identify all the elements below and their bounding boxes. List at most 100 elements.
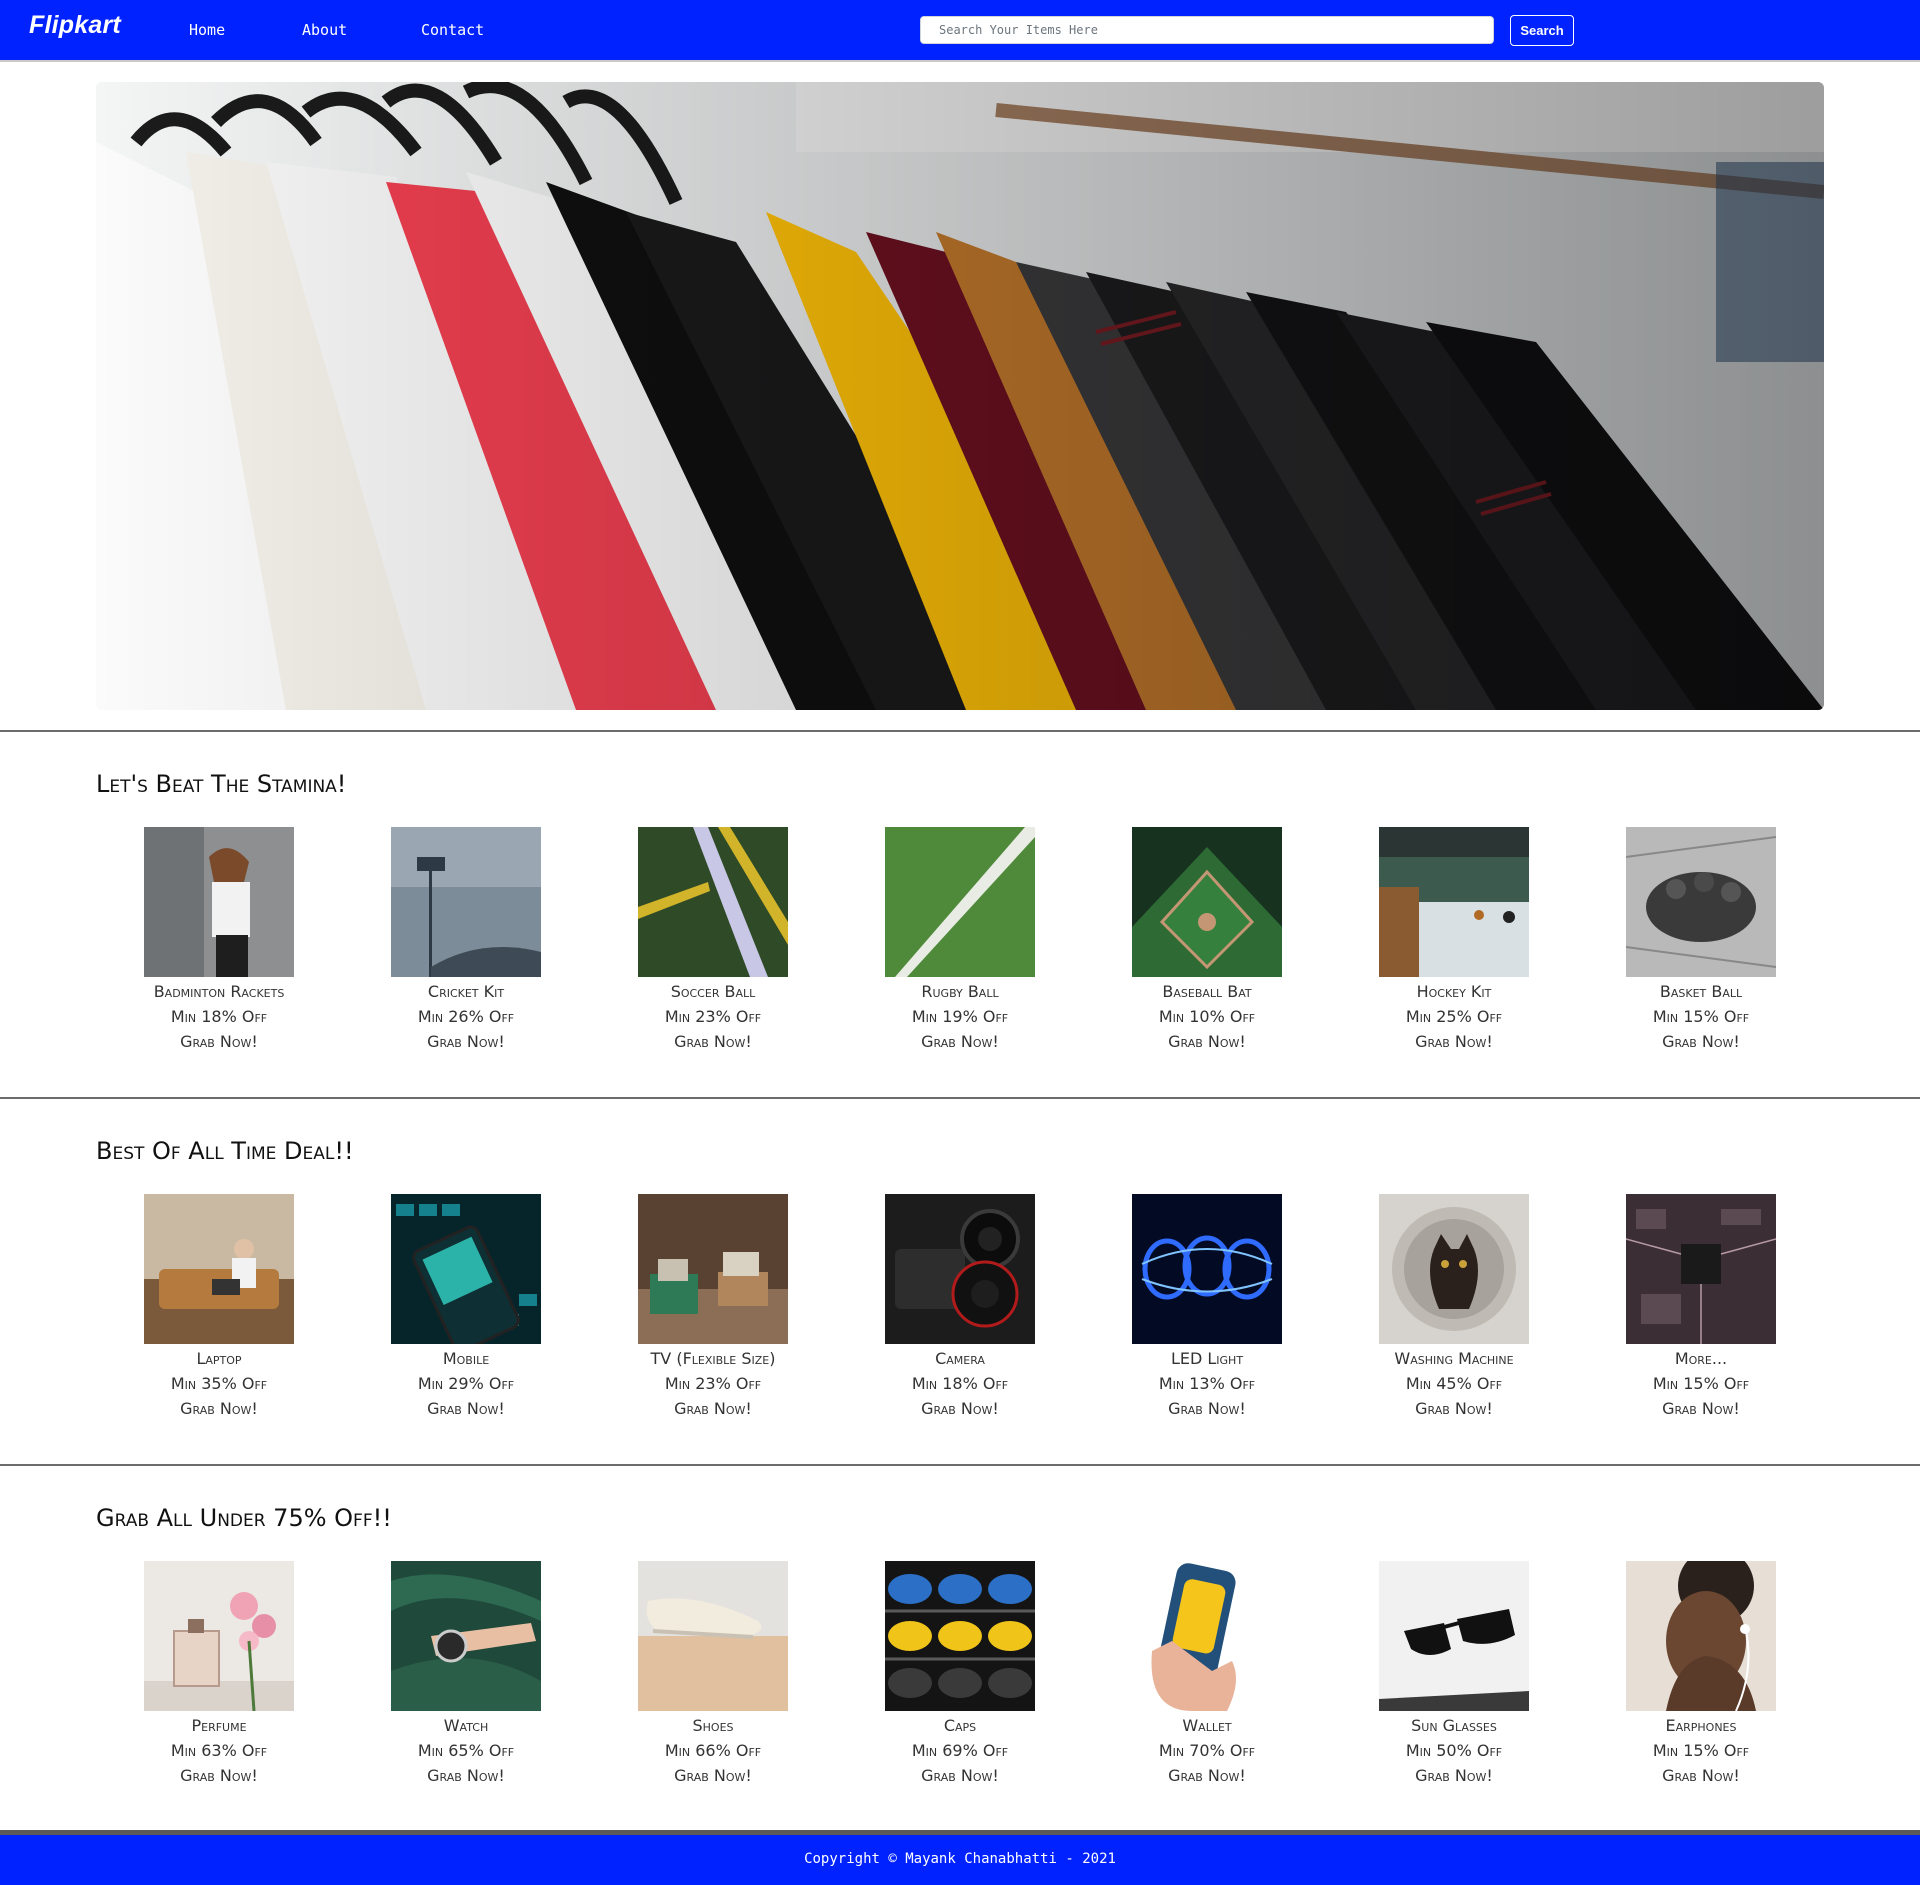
product-card-camera[interactable]: Camera Min 18% Off Grab Now! [860, 1194, 1060, 1421]
product-name: Camera [935, 1349, 985, 1368]
grab-now-link[interactable]: Grab Now! [613, 1396, 813, 1421]
product-image-caps[interactable] [885, 1561, 1035, 1711]
product-name: Wallet [1182, 1716, 1232, 1735]
grab-now-link[interactable]: Grab Now! [1354, 1396, 1554, 1421]
section-title-under-75: Grab All Under 75% Off!! [96, 1504, 392, 1532]
product-card-baseball-bat[interactable]: Baseball Bat Min 10% Off Grab Now! [1107, 827, 1307, 1054]
grab-now-link[interactable]: Grab Now! [1601, 1763, 1801, 1788]
product-image-hockey-kit[interactable] [1379, 827, 1529, 977]
product-image-watch[interactable] [391, 1561, 541, 1711]
product-image-earphones[interactable] [1626, 1561, 1776, 1711]
product-name: Mobile [442, 1349, 490, 1368]
product-card-more[interactable]: More... Min 15% Off Grab Now! [1601, 1194, 1801, 1421]
product-image-more[interactable] [1626, 1194, 1776, 1344]
product-card-mobile[interactable]: Mobile Min 29% Off Grab Now! [366, 1194, 566, 1421]
product-card-shoes[interactable]: Shoes Min 66% Off Grab Now! [613, 1561, 813, 1788]
grab-now-link[interactable]: Grab Now! [119, 1763, 319, 1788]
product-image-sun-glasses[interactable] [1379, 1561, 1529, 1711]
product-card-wallet[interactable]: Wallet Min 70% Off Grab Now! [1107, 1561, 1307, 1788]
product-offer: Min 13% Off [1158, 1374, 1256, 1393]
grab-now-link[interactable]: Grab Now! [1354, 1763, 1554, 1788]
grab-now-link[interactable]: Grab Now! [366, 1763, 566, 1788]
grab-now-link[interactable]: Grab Now! [1107, 1763, 1307, 1788]
nav-link-home[interactable]: Home [189, 21, 225, 39]
product-name: Shoes [692, 1716, 734, 1735]
product-name: LED Light [1170, 1349, 1244, 1368]
product-card-badminton-rackets[interactable]: Badminton Rackets Min 18% Off Grab Now! [119, 827, 319, 1054]
product-card-earphones[interactable]: Earphones Min 15% Off Grab Now! [1601, 1561, 1801, 1788]
product-name: Watch [443, 1716, 489, 1735]
product-card-cricket-kit[interactable]: Cricket Kit Min 26% Off Grab Now! [366, 827, 566, 1054]
product-card-perfume[interactable]: Perfume Min 63% Off Grab Now! [119, 1561, 319, 1788]
grab-now-link[interactable]: Grab Now! [366, 1396, 566, 1421]
product-image-laptop[interactable] [144, 1194, 294, 1344]
grab-now-link[interactable]: Grab Now! [1601, 1029, 1801, 1054]
brand-logo[interactable]: Flipkart [29, 11, 121, 40]
product-name: Washing Machine [1394, 1349, 1514, 1368]
product-offer: Min 35% Off [170, 1374, 268, 1393]
section-divider [0, 1097, 1920, 1099]
grab-now-link[interactable]: Grab Now! [1601, 1396, 1801, 1421]
product-card-hockey-kit[interactable]: Hockey Kit Min 25% Off Grab Now! [1354, 827, 1554, 1054]
product-card-led-light[interactable]: LED Light Min 13% Off Grab Now! [1107, 1194, 1307, 1421]
product-name: Basket Ball [1659, 982, 1743, 1001]
product-name: Soccer Ball [670, 982, 756, 1001]
grab-now-link[interactable]: Grab Now! [1107, 1029, 1307, 1054]
product-image-washing-machine[interactable] [1379, 1194, 1529, 1344]
grab-now-link[interactable]: Grab Now! [366, 1029, 566, 1054]
product-image-led-light[interactable] [1132, 1194, 1282, 1344]
product-offer: Min 25% Off [1405, 1007, 1503, 1026]
product-image-wallet[interactable] [1132, 1561, 1282, 1711]
grab-now-link[interactable]: Grab Now! [119, 1029, 319, 1054]
grab-now-link[interactable]: Grab Now! [119, 1396, 319, 1421]
product-image-badminton-rackets[interactable] [144, 827, 294, 977]
product-image-mobile[interactable] [391, 1194, 541, 1344]
product-image-soccer-ball[interactable] [638, 827, 788, 977]
grab-now-link[interactable]: Grab Now! [1354, 1029, 1554, 1054]
section-divider [0, 1464, 1920, 1466]
search-button[interactable]: Search [1510, 15, 1574, 46]
product-image-baseball-bat[interactable] [1132, 827, 1282, 977]
product-name: Cricket Kit [427, 982, 505, 1001]
grab-now-link[interactable]: Grab Now! [860, 1763, 1060, 1788]
product-offer: Min 26% Off [417, 1007, 515, 1026]
grab-now-link[interactable]: Grab Now! [613, 1029, 813, 1054]
product-image-basket-ball[interactable] [1626, 827, 1776, 977]
product-image-rugby-ball[interactable] [885, 827, 1035, 977]
search-input[interactable] [920, 16, 1494, 44]
product-card-laptop[interactable]: Laptop Min 35% Off Grab Now! [119, 1194, 319, 1421]
nav-link-about[interactable]: About [302, 21, 347, 39]
product-image-camera[interactable] [885, 1194, 1035, 1344]
grab-now-link[interactable]: Grab Now! [860, 1029, 1060, 1054]
product-offer: Min 50% Off [1405, 1741, 1503, 1760]
product-image-perfume[interactable] [144, 1561, 294, 1711]
product-card-basket-ball[interactable]: Basket Ball Min 15% Off Grab Now! [1601, 827, 1801, 1054]
product-offer: Min 23% Off [664, 1374, 762, 1393]
product-offer: Min 63% Off [170, 1741, 268, 1760]
product-card-washing-machine[interactable]: Washing Machine Min 45% Off Grab Now! [1354, 1194, 1554, 1421]
product-offer: Min 18% Off [911, 1374, 1009, 1393]
product-image-cricket-kit[interactable] [391, 827, 541, 977]
footer-copyright: Copyright © Mayank Chanabhatti - 2021 [804, 1851, 1116, 1867]
product-offer: Min 23% Off [664, 1007, 762, 1026]
product-name: TV (Flexible Size) [650, 1349, 776, 1368]
product-name: Badminton Rackets [153, 982, 285, 1001]
section-title-sports: Let's Beat The Stamina! [96, 770, 347, 798]
product-image-shoes[interactable] [638, 1561, 788, 1711]
product-name: More... [1674, 1349, 1728, 1368]
product-card-tv[interactable]: TV (Flexible Size) Min 23% Off Grab Now! [613, 1194, 813, 1421]
grab-now-link[interactable]: Grab Now! [860, 1396, 1060, 1421]
product-card-caps[interactable]: Caps Min 69% Off Grab Now! [860, 1561, 1060, 1788]
product-offer: Min 18% Off [170, 1007, 268, 1026]
grab-now-link[interactable]: Grab Now! [613, 1763, 813, 1788]
nav-link-contact[interactable]: Contact [421, 21, 484, 39]
grab-now-link[interactable]: Grab Now! [1107, 1396, 1307, 1421]
product-card-watch[interactable]: Watch Min 65% Off Grab Now! [366, 1561, 566, 1788]
hero-banner-image [96, 82, 1824, 710]
section-title-deals: Best Of All Time Deal!! [96, 1137, 354, 1165]
product-offer: Min 69% Off [911, 1741, 1009, 1760]
product-card-sun-glasses[interactable]: Sun Glasses Min 50% Off Grab Now! [1354, 1561, 1554, 1788]
product-card-soccer-ball[interactable]: Soccer Ball Min 23% Off Grab Now! [613, 827, 813, 1054]
product-card-rugby-ball[interactable]: Rugby Ball Min 19% Off Grab Now! [860, 827, 1060, 1054]
product-image-tv[interactable] [638, 1194, 788, 1344]
